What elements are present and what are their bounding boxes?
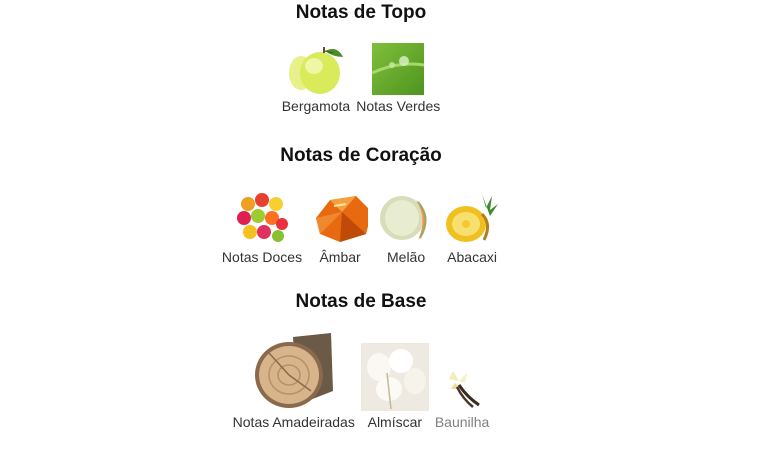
heart-notes-list: Notas Doces Âmbar Melão Abacaxi (0, 190, 722, 266)
sweet-notes-image (234, 190, 290, 246)
fragrance-notes-page: Notas de Topo Bergamota Notas Verdes Not… (0, 0, 765, 450)
bergamot-image (287, 43, 345, 95)
note-green-notes[interactable]: Notas Verdes (356, 43, 440, 115)
vanilla-image (439, 365, 485, 411)
musk-image (360, 343, 429, 411)
note-sweet-notes[interactable]: Notas Doces (222, 190, 302, 266)
note-woody-notes[interactable]: Notas Amadeiradas (233, 331, 355, 431)
heart-notes-title: Notas de Coração (280, 145, 442, 166)
note-melon[interactable]: Melão (378, 190, 434, 266)
note-label: Baunilha (434, 414, 490, 430)
note-label: Notas Verdes (356, 98, 441, 114)
note-pineapple[interactable]: Abacaxi (444, 190, 500, 266)
note-label: Notas Amadeiradas (232, 414, 355, 430)
melon-image (378, 190, 434, 246)
note-label: Melão (387, 249, 426, 265)
note-bergamot[interactable]: Bergamota (282, 43, 350, 115)
note-label: Notas Doces (221, 249, 303, 265)
pineapple-image (444, 190, 500, 246)
note-vanilla[interactable]: Baunilha (434, 365, 490, 431)
top-notes-title: Notas de Topo (295, 2, 427, 23)
note-label: Abacaxi (447, 249, 497, 265)
heart-notes-section: Notas de Coração Notas Doces Âmbar Melão… (0, 145, 722, 266)
base-notes-title: Notas de Base (295, 291, 427, 312)
note-label: Almíscar (367, 414, 423, 430)
note-musk[interactable]: Almíscar (360, 343, 429, 431)
green-notes-image (372, 43, 425, 95)
base-notes-section: Notas de Base Notas Amadeiradas Almíscar… (0, 291, 722, 431)
top-notes-list: Bergamota Notas Verdes (0, 43, 722, 115)
top-notes-section: Notas de Topo Bergamota Notas Verdes (0, 2, 722, 115)
note-label: Âmbar (319, 249, 361, 265)
woody-notes-image (253, 331, 335, 411)
note-amber[interactable]: Âmbar (312, 190, 369, 266)
amber-image (312, 190, 369, 246)
note-label: Bergamota (281, 98, 351, 114)
base-notes-list: Notas Amadeiradas Almíscar Baunilha (0, 331, 722, 431)
